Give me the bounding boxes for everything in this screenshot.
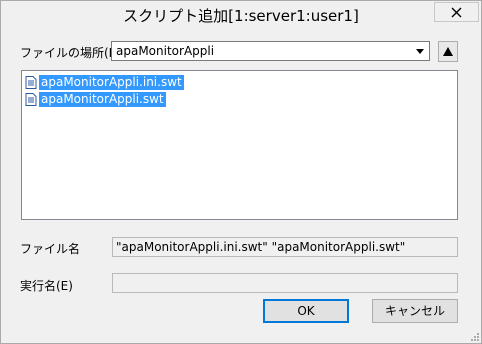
close-icon xyxy=(451,7,462,18)
location-value: apaMonitorAppli xyxy=(116,44,215,58)
file-name: apaMonitorAppli.ini.swt xyxy=(39,75,184,90)
cancel-button[interactable]: キャンセル xyxy=(372,299,458,323)
dropdown-arrow[interactable] xyxy=(411,42,429,60)
resize-grip-icon[interactable] xyxy=(470,332,480,342)
dialog-title: スクリプト追加[1:server1:user1] xyxy=(123,7,359,25)
script-add-dialog: スクリプト追加[1:server1:user1] ファイルの場所(I) apaM… xyxy=(0,0,482,344)
chevron-down-icon xyxy=(416,49,424,54)
file-name: apaMonitorAppli.swt xyxy=(39,92,166,107)
file-list[interactable]: apaMonitorAppli.ini.swt apaMonitorAppli.… xyxy=(21,70,458,220)
exec-name-field[interactable] xyxy=(112,273,458,293)
exec-name-label: 実行名(E) xyxy=(20,279,73,293)
location-label: ファイルの場所(I) xyxy=(20,46,117,60)
file-icon xyxy=(25,76,37,89)
up-folder-icon xyxy=(443,47,453,56)
close-button[interactable] xyxy=(434,2,479,22)
filename-label: ファイル名 xyxy=(20,242,81,256)
filename-field[interactable]: "apaMonitorAppli.ini.swt" "apaMonitorApp… xyxy=(112,237,458,257)
filename-value: "apaMonitorAppli.ini.swt" "apaMonitorApp… xyxy=(116,240,406,254)
ok-button[interactable]: OK xyxy=(263,299,349,323)
up-folder-button[interactable] xyxy=(438,41,458,62)
file-icon xyxy=(25,93,37,106)
title-bar[interactable]: スクリプト追加[1:server1:user1] xyxy=(1,1,481,31)
location-dropdown[interactable]: apaMonitorAppli xyxy=(111,41,430,61)
